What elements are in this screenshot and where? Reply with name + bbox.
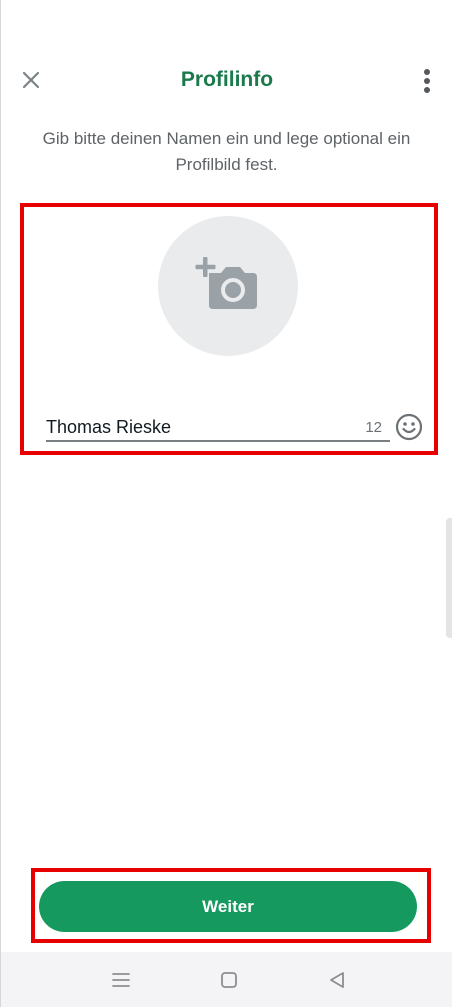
next-button[interactable]: Weiter	[39, 881, 417, 932]
scrollbar-handle[interactable]	[446, 518, 452, 638]
header: Profilinfo	[1, 52, 452, 112]
nav-back-icon	[330, 972, 344, 988]
profile-info-screen: Profilinfo Gib bitte deinen Namen ein un…	[0, 0, 452, 1007]
char-counter: 12	[365, 419, 382, 436]
add-photo-camera-icon	[195, 257, 257, 309]
emoji-button[interactable]	[395, 413, 423, 441]
instructions-text: Gib bitte deinen Namen ein und lege opti…	[42, 129, 411, 174]
nav-home-button[interactable]	[215, 966, 243, 994]
more-options-button[interactable]	[415, 64, 439, 98]
system-navigation-bar	[1, 952, 452, 1007]
emoji-smiley-icon	[395, 413, 423, 441]
nav-home-icon	[221, 972, 237, 988]
nav-menu-icon	[112, 973, 130, 987]
name-input[interactable]	[46, 414, 346, 440]
page-title: Profilinfo	[180, 68, 274, 91]
more-vert-icon	[424, 69, 430, 93]
nav-back-button[interactable]	[323, 966, 351, 994]
name-field: 12	[46, 410, 390, 442]
nav-menu-button[interactable]	[107, 966, 135, 994]
profile-photo-button[interactable]	[158, 216, 298, 356]
